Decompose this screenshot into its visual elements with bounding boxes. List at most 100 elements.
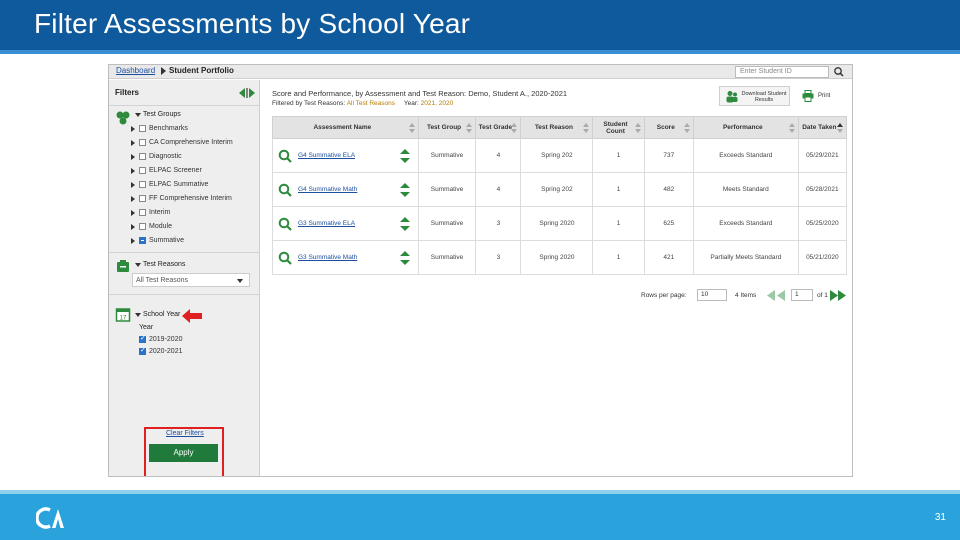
test-reasons-select[interactable]: All Test Reasons xyxy=(132,273,250,287)
checkbox[interactable] xyxy=(139,209,146,216)
print-button[interactable]: Print xyxy=(794,86,842,106)
expand-icon[interactable] xyxy=(131,168,135,174)
column-header[interactable]: Test Reason xyxy=(520,116,594,139)
pagination: Rows per page: 10 4 Items 1 of 1 xyxy=(641,288,846,304)
assessment-link[interactable]: G3 Summative Math xyxy=(298,254,357,261)
test-grade-cell: 3 xyxy=(475,240,522,275)
collapse-panel-icon[interactable] xyxy=(239,87,255,99)
checkbox-partial[interactable] xyxy=(139,237,146,244)
magnifier-icon[interactable] xyxy=(278,217,292,231)
test-reasons-icon xyxy=(117,260,129,272)
test-reason-cell: Spring 2020 xyxy=(520,206,594,241)
sort-icon[interactable] xyxy=(466,123,473,133)
column-header[interactable]: Test Group xyxy=(417,116,477,139)
test-grade-cell: 3 xyxy=(475,206,522,241)
page-number-input[interactable]: 1 xyxy=(791,289,813,301)
expand-icon[interactable] xyxy=(131,238,135,244)
expand-icon[interactable] xyxy=(131,196,135,202)
checkbox[interactable] xyxy=(139,223,146,230)
next-page-icon[interactable] xyxy=(830,290,846,301)
assessment-name-cell: G4 Summative Math xyxy=(272,172,419,207)
breadcrumb-current: Student Portfolio xyxy=(169,66,234,75)
score-cell: 625 xyxy=(643,206,694,241)
sort-icon[interactable] xyxy=(683,123,690,133)
column-header[interactable]: Score xyxy=(643,116,694,139)
test-grade-cell: 4 xyxy=(475,138,522,173)
sort-icon[interactable] xyxy=(788,123,795,133)
school-year-item: 2019-2020 xyxy=(149,336,183,343)
checkbox[interactable] xyxy=(139,181,146,188)
school-year-subheading: Year xyxy=(139,324,154,331)
checkbox[interactable] xyxy=(139,153,146,160)
sort-icon[interactable] xyxy=(583,123,590,133)
checkbox[interactable] xyxy=(139,139,146,146)
school-year-title[interactable]: School Year xyxy=(143,311,180,318)
calendar-icon: 17 xyxy=(115,308,131,322)
top-bar: Dashboard Student Portfolio Enter Studen… xyxy=(109,65,852,79)
checkbox[interactable] xyxy=(139,125,146,132)
test-reasons-title[interactable]: Test Reasons xyxy=(143,261,185,268)
performance-cell: Meets Standard xyxy=(692,172,799,207)
search-icon[interactable] xyxy=(831,66,847,78)
student-search-input[interactable]: Enter Student ID xyxy=(735,66,829,78)
test-reason-cell: Spring 2020 xyxy=(520,240,594,275)
people-icon xyxy=(726,91,738,103)
clear-filters-link[interactable]: Clear Filters xyxy=(166,430,204,437)
test-group-item: CA Comprehensive Interim xyxy=(149,139,233,146)
magnifier-icon[interactable] xyxy=(278,149,292,163)
slide-title: Filter Assessments by School Year xyxy=(34,8,471,39)
expand-icon[interactable] xyxy=(131,210,135,216)
column-label: Student Count xyxy=(603,120,628,135)
test-group-item: Interim xyxy=(149,209,171,216)
checkbox[interactable] xyxy=(139,195,146,202)
column-header[interactable]: Test Grade xyxy=(475,116,522,139)
date-taken-cell: 05/25/2020 xyxy=(797,206,848,241)
expand-icon[interactable] xyxy=(131,224,135,230)
student-count-cell: 1 xyxy=(592,206,645,241)
breadcrumb-dashboard-link[interactable]: Dashboard xyxy=(116,66,155,75)
sort-icon[interactable] xyxy=(511,123,518,133)
school-year-expand-icon[interactable] xyxy=(135,313,141,317)
column-label: Test Group xyxy=(426,124,462,131)
checkbox-checked[interactable] xyxy=(139,334,146,343)
previous-page-icon[interactable] xyxy=(767,290,787,301)
sort-icon[interactable] xyxy=(837,123,843,133)
apply-button[interactable]: Apply xyxy=(149,444,218,462)
test-reasons-expand-icon[interactable] xyxy=(135,263,141,267)
score-cell: 421 xyxy=(643,240,694,275)
student-count-cell: 1 xyxy=(592,138,645,173)
assessment-link[interactable]: G3 Summative ELA xyxy=(298,220,355,227)
checkbox-checked[interactable] xyxy=(139,346,146,355)
page-number: 31 xyxy=(934,512,946,523)
column-header[interactable]: Performance xyxy=(692,116,799,139)
expand-icon[interactable] xyxy=(131,140,135,146)
reorder-icon[interactable] xyxy=(400,149,410,163)
assessment-link[interactable]: G4 Summative Math xyxy=(298,186,357,193)
reorder-icon[interactable] xyxy=(400,251,410,265)
assessment-link[interactable]: G4 Summative ELA xyxy=(298,152,355,159)
test-group-item: ELPAC Summative xyxy=(149,181,209,188)
column-header[interactable]: Date Taken xyxy=(797,116,848,139)
download-results-button[interactable]: Download Student Results xyxy=(719,86,790,106)
printer-icon xyxy=(802,90,814,102)
checkbox[interactable] xyxy=(139,167,146,174)
sort-icon[interactable] xyxy=(634,123,641,133)
column-header[interactable]: Student Count xyxy=(592,116,645,139)
test-reason-cell: Spring 202 xyxy=(520,172,594,207)
table-header-row: Assessment Name Test Group Test Grade Te… xyxy=(272,116,848,139)
magnifier-icon[interactable] xyxy=(278,183,292,197)
expand-icon[interactable] xyxy=(131,154,135,160)
rows-per-page-input[interactable]: 10 xyxy=(697,289,727,301)
test-groups-title[interactable]: Test Groups xyxy=(143,111,181,118)
expand-icon[interactable] xyxy=(131,126,135,132)
expand-icon[interactable] xyxy=(131,182,135,188)
reorder-icon[interactable] xyxy=(400,183,410,197)
test-groups-expand-icon[interactable] xyxy=(135,113,141,117)
sort-icon[interactable] xyxy=(408,123,415,133)
reorder-icon[interactable] xyxy=(400,217,410,231)
magnifier-icon[interactable] xyxy=(278,251,292,265)
test-group-item: Benchmarks xyxy=(149,125,188,132)
column-header[interactable]: Assessment Name xyxy=(272,116,419,139)
filters-panel: Filters Test Groups Benchmarks CA Compre… xyxy=(109,80,260,476)
print-label: Print xyxy=(818,93,831,99)
